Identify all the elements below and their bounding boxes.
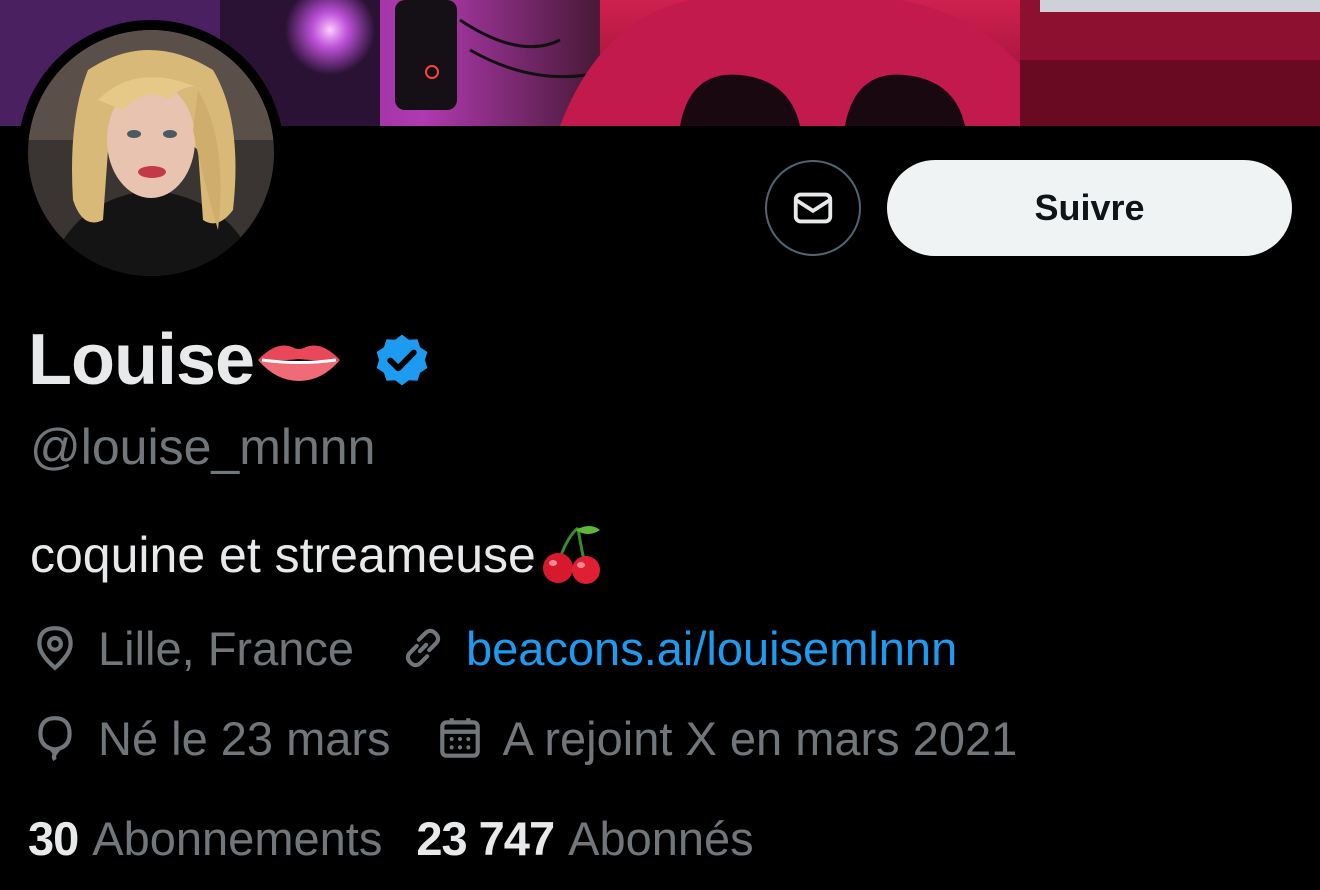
- user-handle: @louise_mlnnn: [30, 419, 376, 475]
- location-pin-icon: [37, 626, 73, 671]
- profile-meta-row: Né le 23 mars A rejoint X en mars 2021: [30, 708, 1017, 768]
- calendar-icon: [439, 718, 480, 758]
- following-link[interactable]: 30 Abonnements: [28, 811, 382, 866]
- bio-text: coquine et streameuse: [30, 527, 536, 583]
- envelope-icon: [793, 192, 833, 224]
- location-item: Lille, France: [30, 621, 354, 676]
- name-row: Louise: [28, 318, 434, 402]
- avatar[interactable]: [18, 20, 284, 286]
- following-count: 30: [28, 811, 79, 865]
- lips-emoji: [258, 345, 341, 381]
- verified-badge-icon[interactable]: [370, 328, 434, 392]
- avatar-image: [28, 30, 274, 276]
- message-button[interactable]: [765, 160, 861, 256]
- following-label: Abonnements: [92, 811, 383, 865]
- followers-label: Abonnés: [568, 811, 754, 865]
- location-text: Lille, France: [98, 621, 354, 675]
- follow-counts: 30 Abonnements 23 747 Abonnés: [28, 808, 754, 868]
- bio-row: coquine et streameuse: [30, 520, 604, 590]
- follow-button[interactable]: Suivre: [887, 160, 1292, 256]
- profile-meta-row: Lille, France beacons.ai/louisemlnnn: [30, 618, 957, 678]
- joined-item: A rejoint X en mars 2021: [435, 711, 1018, 766]
- followers-link[interactable]: 23 747 Abonnés: [416, 811, 753, 866]
- followers-count: 23 747: [416, 811, 555, 865]
- balloon-icon: [38, 716, 72, 762]
- display-name: Louise: [28, 320, 255, 400]
- birthday-text: Né le 23 mars: [98, 711, 391, 765]
- joined-text: A rejoint X en mars 2021: [502, 711, 1018, 765]
- cherries-emoji: [542, 526, 600, 584]
- link-icon: [405, 628, 441, 668]
- website-item[interactable]: beacons.ai/louisemlnnn: [398, 621, 957, 676]
- website-link[interactable]: beacons.ai/louisemlnnn: [466, 621, 957, 676]
- birthday-item: Né le 23 mars: [30, 711, 391, 766]
